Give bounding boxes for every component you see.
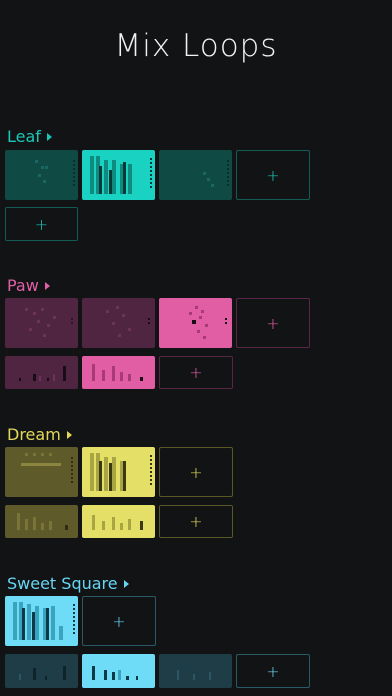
loop-tile-bass-active[interactable] bbox=[82, 654, 155, 688]
bass-pattern-icon bbox=[92, 515, 143, 530]
add-loop-button[interactable]: + bbox=[159, 505, 233, 538]
group-label-dream[interactable]: Dream bbox=[7, 425, 72, 444]
bars-pattern-icon bbox=[90, 453, 152, 491]
group-label-paw[interactable]: Paw bbox=[7, 276, 50, 295]
loop-tile-pattern[interactable] bbox=[159, 150, 232, 200]
add-loop-button[interactable]: + bbox=[236, 298, 310, 348]
bass-pattern-icon bbox=[92, 364, 143, 381]
drum-pattern-icon bbox=[35, 160, 75, 186]
group-name: Sweet Square bbox=[7, 574, 118, 593]
drum-pattern-icon bbox=[21, 453, 73, 483]
drum-pattern-icon bbox=[189, 306, 227, 339]
loop-tile-bass[interactable] bbox=[5, 505, 78, 538]
loop-tile-drum-pattern[interactable] bbox=[5, 150, 78, 200]
loop-tile-bass[interactable] bbox=[5, 654, 78, 688]
loop-tile-bass-active[interactable] bbox=[82, 505, 155, 538]
group-name: Dream bbox=[7, 425, 61, 444]
group-name: Leaf bbox=[7, 127, 41, 146]
loop-tile-pattern[interactable] bbox=[82, 298, 155, 348]
bass-pattern-icon bbox=[92, 666, 138, 680]
loop-tile-pattern[interactable] bbox=[5, 447, 78, 497]
loop-tile-bars-active[interactable] bbox=[82, 150, 155, 200]
loop-tile-bars-active[interactable] bbox=[82, 447, 155, 497]
drum-pattern-icon bbox=[106, 306, 150, 337]
bars-pattern-icon bbox=[13, 602, 75, 640]
bass-pattern-icon bbox=[19, 666, 66, 680]
bass-pattern-icon bbox=[19, 366, 66, 381]
add-loop-button[interactable]: + bbox=[236, 150, 310, 200]
group-label-sweet-square[interactable]: Sweet Square bbox=[7, 574, 129, 593]
play-triangle-icon bbox=[44, 281, 50, 290]
loop-tile-bass-active[interactable] bbox=[82, 356, 155, 389]
bars-pattern-icon bbox=[90, 156, 152, 194]
add-loop-button[interactable]: + bbox=[82, 596, 156, 646]
play-triangle-icon bbox=[66, 430, 72, 439]
drum-pattern-icon bbox=[203, 160, 229, 187]
group-label-leaf[interactable]: Leaf bbox=[7, 127, 52, 146]
loop-tile-pattern[interactable] bbox=[5, 298, 78, 348]
bass-pattern-icon bbox=[17, 513, 68, 530]
plus-icon: + bbox=[266, 165, 280, 185]
add-loop-button[interactable]: + bbox=[159, 447, 233, 497]
play-triangle-icon bbox=[46, 132, 52, 141]
group-name: Paw bbox=[7, 276, 39, 295]
page-title: Mix Loops bbox=[114, 28, 278, 64]
plus-icon: + bbox=[189, 512, 203, 531]
plus-icon: + bbox=[189, 462, 203, 482]
add-loop-button[interactable]: + bbox=[5, 207, 78, 241]
loop-tile-bars-active[interactable] bbox=[5, 596, 78, 646]
plus-icon: + bbox=[189, 363, 203, 382]
drum-pattern-icon bbox=[25, 308, 73, 337]
plus-icon: + bbox=[34, 214, 49, 234]
plus-icon: + bbox=[112, 611, 126, 631]
play-triangle-icon bbox=[123, 579, 129, 588]
loop-tile-bass[interactable] bbox=[159, 654, 232, 688]
bass-pattern-icon bbox=[177, 670, 211, 680]
plus-icon: + bbox=[266, 661, 280, 681]
add-loop-button[interactable]: + bbox=[236, 654, 310, 688]
plus-icon: + bbox=[266, 313, 280, 333]
add-loop-button[interactable]: + bbox=[159, 356, 233, 389]
loop-tile-bass[interactable] bbox=[5, 356, 78, 389]
loop-tile-pattern-active[interactable] bbox=[159, 298, 232, 348]
